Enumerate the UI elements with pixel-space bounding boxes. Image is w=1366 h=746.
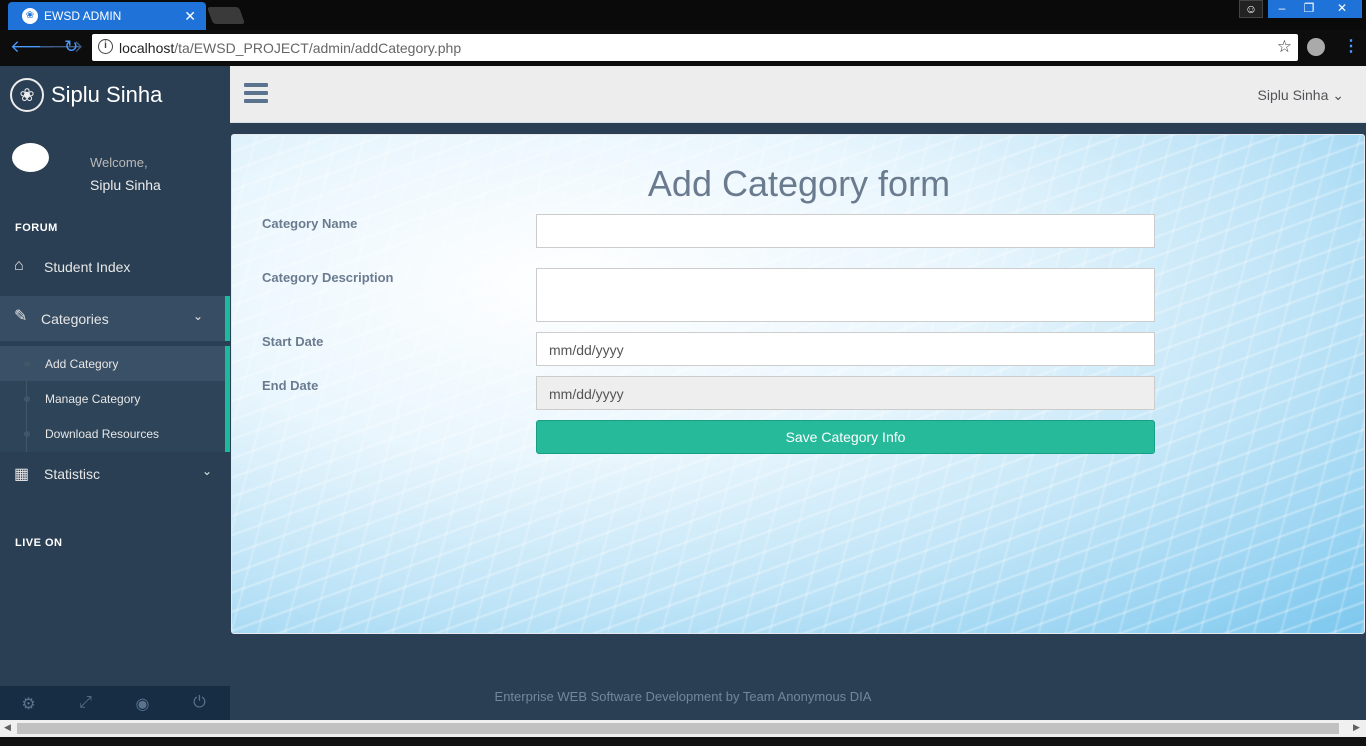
bullet-dot — [24, 431, 30, 437]
reload-icon[interactable]: ↻ — [64, 37, 78, 57]
brand-name: Siplu Sinha — [51, 82, 163, 107]
sidebar-footer: ⚙ ⤢ ◉ ⏻ — [0, 686, 230, 720]
sidebar-subitem-label: Add Category — [45, 357, 119, 371]
category-name-input[interactable] — [536, 214, 1155, 248]
paw-icon: ❀ — [10, 78, 44, 112]
profile-name: Siplu Sinha — [90, 177, 161, 193]
url-host: localhost — [119, 40, 175, 56]
lock-icon[interactable]: ◉ — [114, 694, 171, 714]
bullet-dot — [24, 396, 30, 402]
power-icon[interactable]: ⏻ — [171, 694, 228, 712]
end-date-input[interactable]: mm/dd/yyyy — [536, 376, 1155, 410]
sidebar-item-label: Categories — [41, 311, 109, 327]
sidebar-item-categories[interactable]: ✎ Categories ⌄ — [0, 296, 230, 341]
edit-icon: ✎ — [14, 308, 28, 325]
page-title: Add Category form — [647, 163, 951, 204]
url-text[interactable]: localhost/ta/EWSD_PROJECT/admin/addCateg… — [119, 40, 461, 56]
scroll-left-icon[interactable]: ◀ — [4, 722, 11, 733]
category-description-label: Category Description — [262, 270, 394, 285]
category-name-label: Category Name — [262, 216, 358, 231]
profile-icon[interactable]: ☺ — [1239, 0, 1263, 18]
sidebar-subitem-download-resources[interactable]: Download Resources — [0, 416, 225, 451]
browser-tab-strip: ❀ EWSD ADMIN ✕ ☺ – ❐ ✕ — [0, 0, 1366, 30]
scrollbar-thumb[interactable] — [17, 723, 1339, 734]
chevron-down-icon: ⌄ — [1332, 87, 1344, 103]
top-nav: Siplu Sinha ⌄ — [230, 66, 1366, 123]
start-date-input[interactable]: mm/dd/yyyy — [536, 332, 1155, 366]
new-tab-button[interactable] — [206, 7, 246, 24]
user-menu[interactable]: Siplu Sinha ⌄ — [1258, 87, 1344, 104]
save-category-button[interactable]: Save Category Info — [536, 420, 1155, 454]
sidebar-item-label: Student Index — [44, 259, 131, 275]
paw-favicon-icon: ❀ — [22, 8, 38, 24]
horizontal-scrollbar[interactable]: ◀ ▶ — [0, 720, 1366, 737]
welcome-text: Welcome, — [90, 155, 148, 170]
maximize-button[interactable]: ❐ — [1295, 0, 1323, 18]
address-bar[interactable]: i localhost/ta/EWSD_PROJECT/admin/addCat… — [92, 34, 1298, 61]
menu-toggle-icon[interactable] — [244, 83, 268, 103]
browser-toolbar: 🡐 🡒 ↻ i localhost/ta/EWSD_PROJECT/admin/… — [0, 30, 1366, 66]
site-info-icon[interactable]: i — [98, 39, 113, 54]
section-title-forum: FORUM — [15, 222, 58, 234]
bookmark-star-icon[interactable]: ☆ — [1277, 37, 1292, 57]
avatar — [12, 143, 49, 172]
table-icon: ▦ — [14, 466, 30, 483]
sidebar-item-statistisc[interactable]: ▦ Statistisc ⌄ — [0, 454, 230, 494]
url-path: /ta/EWSD_PROJECT/admin/addCategory.php — [174, 40, 462, 56]
sidebar-subitem-manage-category[interactable]: Manage Category — [0, 381, 225, 416]
settings-icon[interactable]: ⚙ — [0, 694, 57, 714]
bullet-dot — [24, 361, 30, 367]
sidebar-subitem-label: Download Resources — [45, 427, 160, 441]
chevron-down-icon: ⌄ — [201, 464, 212, 478]
sidebar-item-student-index[interactable]: ⌂ Student Index — [0, 247, 230, 287]
sidebar-subitem-add-category[interactable]: Add Category — [0, 346, 225, 381]
fullscreen-icon[interactable]: ⤢ — [57, 694, 114, 712]
home-icon: ⌂ — [14, 257, 24, 274]
browser-tab[interactable]: ❀ EWSD ADMIN ✕ — [8, 2, 206, 30]
chevron-down-icon: ⌄ — [192, 309, 203, 323]
section-title-live-on: LIVE ON — [15, 537, 63, 549]
start-date-label: Start Date — [262, 334, 324, 349]
scroll-right-icon[interactable]: ▶ — [1353, 722, 1360, 733]
tab-close-icon[interactable]: ✕ — [184, 8, 196, 25]
sidebar: ❀ Siplu Sinha Welcome, Siplu Sinha FORUM… — [0, 66, 230, 720]
end-date-label: End Date — [262, 378, 319, 393]
sidebar-subitem-label: Manage Category — [45, 392, 141, 406]
footer-text: Enterprise WEB Software Development by T… — [494, 689, 872, 704]
categories-submenu: Add Category Manage Category Download Re… — [0, 346, 230, 452]
category-description-textarea[interactable] — [536, 268, 1155, 322]
close-window-button[interactable]: ✕ — [1322, 0, 1362, 18]
form-panel: Add Category form Category Name Category… — [231, 134, 1365, 634]
sidebar-item-label: Statistisc — [44, 466, 101, 482]
extension-icon[interactable] — [1307, 38, 1325, 56]
tab-title: EWSD ADMIN — [44, 9, 122, 23]
taskbar — [0, 737, 1366, 746]
user-menu-name: Siplu Sinha — [1257, 87, 1329, 103]
minimize-button[interactable]: – — [1268, 0, 1296, 18]
browser-menu-icon[interactable]: ⋮ — [1343, 36, 1359, 56]
